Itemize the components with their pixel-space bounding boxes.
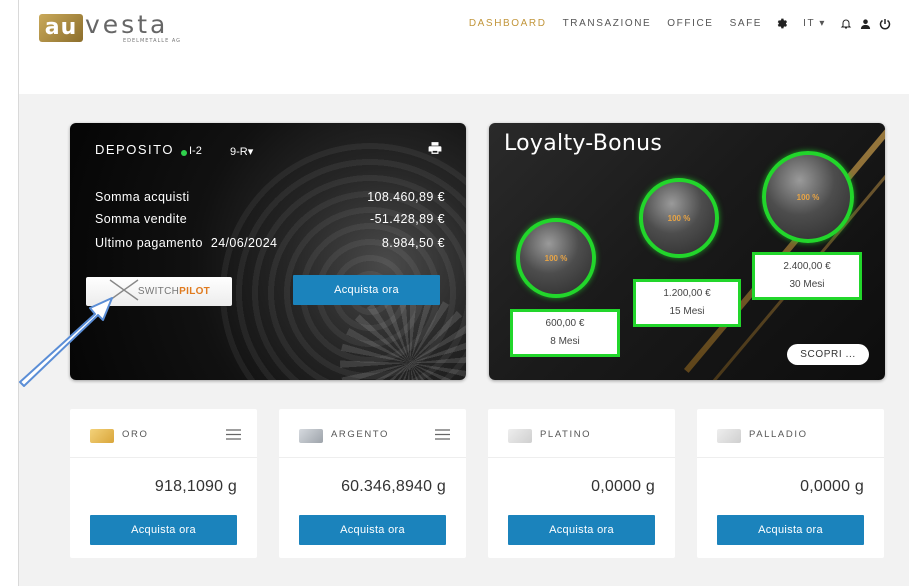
deposit-row-purchases: Somma acquisti 108.460,89 € <box>95 190 445 204</box>
deposit-card: DEPOSITO I-2 9-R▾ Somma acquisti 108.460… <box>70 123 466 380</box>
deposit-selector[interactable]: 9-R▾ <box>230 145 253 158</box>
bonus-tier-2: 1.200,00 € 15 Mesi <box>633 279 741 327</box>
row-value: 8.984,50 € <box>381 236 445 250</box>
metal-card-silver: ARGENTO 60.346,8940 g Acquista ora <box>279 409 466 558</box>
ring-percent: 100 % <box>796 192 820 202</box>
logo-word: vesta <box>85 10 169 39</box>
deposit-buy-button[interactable]: Acquista ora <box>293 275 440 305</box>
tier-amount: 2.400,00 € <box>783 261 831 272</box>
metal-card-gold: ORO 918,1090 g Acquista ora <box>70 409 257 558</box>
platinum-buy-button[interactable]: Acquista ora <box>508 515 655 545</box>
discover-button[interactable]: SCOPRI ... <box>787 344 869 365</box>
metal-name: PLATINO <box>540 429 592 440</box>
metal-name: ARGENTO <box>331 429 390 440</box>
tier-period: 15 Mesi <box>669 306 705 317</box>
metal-weight: 60.346,8940 g <box>341 478 446 495</box>
switchpilot-light-text: SWITCH <box>137 286 180 297</box>
metal-card-header: PALLADIO <box>697 409 884 458</box>
row-label: Ultimo pagamento <box>95 236 203 250</box>
row-label: Somma acquisti <box>95 190 190 204</box>
language-selector[interactable]: IT ▾ <box>803 18 826 29</box>
bonus-tier-3: 2.400,00 € 30 Mesi <box>752 252 862 300</box>
row-label: Somma vendite <box>95 212 188 226</box>
gold-bar-icon <box>90 429 114 443</box>
tier-period: 30 Mesi <box>789 279 825 290</box>
deposit-row-sales: Somma vendite -51.428,89 € <box>95 212 445 226</box>
bonus-ring-2: 100 % <box>639 178 719 258</box>
status-dot <box>181 150 187 156</box>
platinum-bar-icon <box>508 429 532 443</box>
loyalty-bonus-card[interactable]: Loyalty-Bonus 100 % 100 % 100 % 600,00 €… <box>489 123 885 380</box>
logo-text: vesta EDELMETALLE AG <box>85 10 182 45</box>
row-date: 24/06/2024 <box>210 236 278 250</box>
top-nav: DASHBOARD TRANSAZIONE OFFICE SAFE IT ▾ <box>469 17 891 30</box>
nav-safe[interactable]: SAFE <box>730 18 763 29</box>
gold-buy-button[interactable]: Acquista ora <box>90 515 237 545</box>
logo-mark: au <box>39 14 83 42</box>
switchpilot-logo: SWITCHPILOT <box>108 279 211 301</box>
deposit-code: I-2 <box>189 145 202 157</box>
annotation-arrow-icon <box>19 297 113 387</box>
menu-icon[interactable] <box>435 429 450 440</box>
header: au vesta EDELMETALLE AG DASHBOARD TRANSA… <box>19 0 909 94</box>
menu-icon[interactable] <box>226 429 241 440</box>
metal-weight: 0,0000 g <box>800 478 864 495</box>
user-icon[interactable] <box>860 18 871 30</box>
bonus-ring-3: 100 % <box>762 151 854 243</box>
metal-weight: 918,1090 g <box>154 478 237 495</box>
auvesta-logo[interactable]: au vesta EDELMETALLE AG <box>39 12 181 44</box>
metal-card-header: PLATINO <box>488 409 675 458</box>
metal-name: ORO <box>122 429 149 440</box>
deposit-row-last-payment: Ultimo pagamento 24/06/2024 8.984,50 € <box>95 236 445 250</box>
metal-card-header: ARGENTO <box>279 409 466 458</box>
row-value: -51.428,89 € <box>370 212 445 226</box>
palladium-buy-button[interactable]: Acquista ora <box>717 515 864 545</box>
silver-buy-button[interactable]: Acquista ora <box>299 515 446 545</box>
ring-percent: 100 % <box>667 213 691 223</box>
deposit-title: DEPOSITO <box>95 142 174 157</box>
gear-icon[interactable] <box>776 17 789 30</box>
switchpilot-bold-text: PILOT <box>179 286 211 297</box>
ring-percent: 100 % <box>544 253 568 263</box>
print-icon[interactable] <box>428 140 442 154</box>
bell-icon[interactable] <box>840 17 852 30</box>
power-icon[interactable] <box>879 18 891 30</box>
bonus-ring-1: 100 % <box>516 218 596 298</box>
tier-period: 8 Mesi <box>550 336 580 347</box>
nav-transazione[interactable]: TRANSAZIONE <box>563 18 652 29</box>
dashboard-content: DEPOSITO I-2 9-R▾ Somma acquisti 108.460… <box>19 94 909 586</box>
metal-card-palladium: PALLADIO 0,0000 g Acquista ora <box>697 409 884 558</box>
metal-card-header: ORO <box>70 409 257 458</box>
metal-name: PALLADIO <box>749 429 808 440</box>
tier-amount: 600,00 € <box>545 318 585 329</box>
nav-office[interactable]: OFFICE <box>667 18 713 29</box>
nav-dashboard[interactable]: DASHBOARD <box>469 18 547 29</box>
language-label: IT <box>803 18 815 29</box>
loyalty-title: Loyalty-Bonus <box>504 131 663 156</box>
bonus-tier-1: 600,00 € 8 Mesi <box>510 309 620 357</box>
metal-weight: 0,0000 g <box>591 478 655 495</box>
deposit-selector-label: 9-R <box>230 146 248 158</box>
metal-card-platinum: PLATINO 0,0000 g Acquista ora <box>488 409 675 558</box>
silver-bar-icon <box>299 429 323 443</box>
row-value: 108.460,89 € <box>367 190 445 204</box>
palladium-bar-icon <box>717 429 741 443</box>
logo-subtitle: EDELMETALLE AG <box>123 38 182 44</box>
logo-au: au <box>44 15 78 40</box>
tier-amount: 1.200,00 € <box>663 288 711 299</box>
